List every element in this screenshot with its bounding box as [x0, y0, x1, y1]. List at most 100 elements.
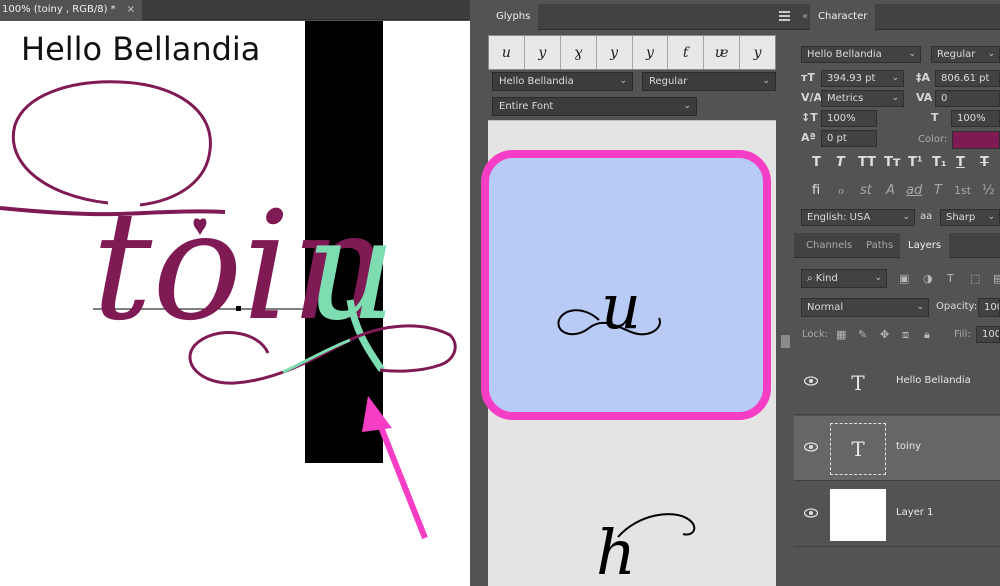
old-style-button[interactable]: ℴ	[838, 183, 844, 199]
tab-channels[interactable]: Channels	[798, 233, 860, 258]
chevron-down-icon: ⌄	[891, 93, 899, 103]
recent-glyphs-row: u y ɣ y y ƭ ᵫ y	[488, 35, 776, 70]
selected-glyph-highlight[interactable]: u	[481, 150, 771, 420]
fill-field[interactable]: 100%	[976, 326, 1000, 343]
opacity-field[interactable]: 100%	[978, 298, 1000, 317]
color-label: Color:	[918, 134, 948, 145]
opacity-label: Opacity:	[936, 301, 978, 312]
filter-pixel-icon[interactable]: ▣	[899, 273, 909, 285]
layer-row[interactable]: T Hello Bellandia	[794, 350, 1000, 415]
select-value: Hello Bellandia	[807, 49, 882, 60]
superscript-button[interactable]: T¹	[908, 155, 923, 171]
tab-paths[interactable]: Paths	[858, 233, 901, 258]
close-icon[interactable]: ×	[127, 0, 135, 20]
right-panel-column: « Character Hello Bellandia ⌄ Regular ⌄ …	[794, 0, 1000, 586]
lock-image-icon[interactable]: ✎	[858, 329, 867, 341]
field-value: 100%	[982, 329, 999, 340]
chevron-down-icon: ⌄	[891, 73, 899, 83]
field-value: 100%	[827, 113, 856, 124]
document-tab[interactable]: 100% (toiny , RGB/8) * ×	[0, 0, 142, 20]
character-font-family-select[interactable]: Hello Bellandia ⌄	[801, 46, 921, 63]
glyphs-show-select[interactable]: Entire Font ⌄	[492, 97, 697, 116]
chevron-down-icon: ⌄	[987, 212, 995, 222]
fill-label: Fill:	[954, 329, 971, 340]
chevron-down-icon: ⌄	[619, 76, 627, 86]
glyphs-font-style-select[interactable]: Regular ⌄	[642, 72, 776, 91]
filter-adjustment-icon[interactable]: ◑	[923, 273, 933, 285]
vertical-scale-icon: ↕T	[801, 111, 818, 124]
chevron-down-icon: ⌄	[908, 49, 916, 59]
eye-icon[interactable]	[804, 508, 818, 518]
recent-glyph[interactable]: ƭ	[668, 36, 705, 69]
recent-glyph[interactable]: ɣ	[561, 36, 597, 69]
faux-bold-button[interactable]: T	[812, 155, 821, 171]
tab-character[interactable]: Character	[810, 4, 876, 30]
filter-smart-object-icon[interactable]: ▤	[993, 273, 1000, 285]
titling-button[interactable]: T	[934, 183, 942, 199]
glyph-grid-divider	[488, 120, 776, 121]
blend-mode-select[interactable]: Normal ⌄	[801, 298, 929, 317]
font-size-field[interactable]: 394.93 pt ⌄	[821, 70, 904, 87]
chevron-down-icon: ⌄	[762, 76, 770, 86]
recent-glyph[interactable]: y	[525, 36, 561, 69]
language-select[interactable]: English: USA ⌄	[801, 209, 915, 226]
layer-row[interactable]: Layer 1	[794, 482, 1000, 547]
eye-icon[interactable]	[804, 442, 818, 452]
recent-glyph[interactable]: y	[597, 36, 633, 69]
layer-filter-kind-select[interactable]: ⌕ Kind ⌄	[801, 269, 887, 288]
recent-glyph[interactable]: y	[633, 36, 669, 69]
scrollbar-thumb[interactable]	[781, 335, 790, 348]
small-caps-button[interactable]: Tт	[884, 155, 900, 171]
lock-position-icon[interactable]: ✥	[880, 329, 889, 341]
vertical-scale-field[interactable]: 100%	[821, 110, 877, 127]
swash-button[interactable]: A	[886, 183, 895, 199]
underline-button[interactable]: T	[956, 155, 965, 171]
layer-row-selected[interactable]: T toiny	[794, 416, 1000, 481]
glyphs-font-family-select[interactable]: Hello Bellandia ⌄	[492, 72, 633, 91]
character-tab-bar: « Character	[794, 4, 1000, 30]
character-font-style-select[interactable]: Regular ⌄	[931, 46, 1000, 63]
select-value: Entire Font	[499, 101, 554, 112]
pixel-layer-thumbnail	[830, 489, 886, 541]
antialias-select[interactable]: Sharp ⌄	[940, 209, 1000, 226]
stylistic-alternates-button[interactable]: ad	[906, 183, 922, 199]
glyph-cell[interactable]: h	[488, 419, 776, 586]
panel-menu-icon[interactable]	[779, 11, 790, 21]
eye-icon[interactable]	[804, 376, 818, 386]
ligature-button[interactable]: fi	[812, 183, 820, 199]
tracking-select[interactable]: 0	[935, 90, 1000, 107]
lock-transparent-icon[interactable]: ▦	[836, 329, 846, 341]
document-canvas[interactable]: toin u Hello Bellandia	[0, 21, 470, 586]
leading-field[interactable]: 806.61 pt	[935, 70, 1000, 87]
recent-glyph[interactable]: ᵫ	[704, 36, 741, 69]
filter-shape-icon[interactable]: ⬚	[970, 273, 980, 285]
chevron-down-icon: ⌄	[916, 302, 924, 312]
filter-type-icon[interactable]: T	[947, 273, 954, 285]
text-color-swatch[interactable]	[952, 131, 1000, 149]
ordinals-button[interactable]: 1st	[954, 183, 971, 199]
discretionary-ligature-button[interactable]: st	[860, 183, 872, 199]
kerning-select[interactable]: Metrics ⌄	[821, 90, 904, 107]
chevron-down-icon: ⌄	[902, 212, 910, 222]
recent-glyph[interactable]: y	[740, 36, 775, 69]
tab-layers[interactable]: Layers	[900, 233, 950, 258]
strikethrough-button[interactable]: T	[980, 155, 989, 171]
chevron-down-icon: ⌄	[683, 101, 691, 111]
fractions-button[interactable]: ½	[982, 183, 995, 199]
kerning-icon: V/A	[801, 91, 823, 104]
selected-glyph-preview: u	[557, 270, 661, 343]
baseline-shift-field[interactable]: 0 pt	[821, 130, 877, 147]
all-caps-button[interactable]: TT	[858, 155, 876, 171]
font-size-icon: ᴛT	[801, 71, 815, 84]
select-value: English: USA	[807, 212, 871, 223]
field-value: 806.61 pt	[941, 73, 990, 84]
faux-italic-button[interactable]: T	[836, 155, 845, 171]
subscript-button[interactable]: T₁	[932, 155, 947, 171]
recent-glyph[interactable]: u	[489, 36, 525, 69]
lock-artboard-icon[interactable]: ⧈	[902, 329, 909, 341]
horizontal-scale-field[interactable]: 100%	[951, 110, 1000, 127]
glyph-scrollbar[interactable]	[777, 120, 794, 586]
document-tab-title: 100% (toiny , RGB/8) *	[2, 4, 116, 15]
tab-glyphs[interactable]: Glyphs	[488, 4, 539, 30]
lock-all-icon[interactable]: 🔒︎	[924, 329, 930, 341]
